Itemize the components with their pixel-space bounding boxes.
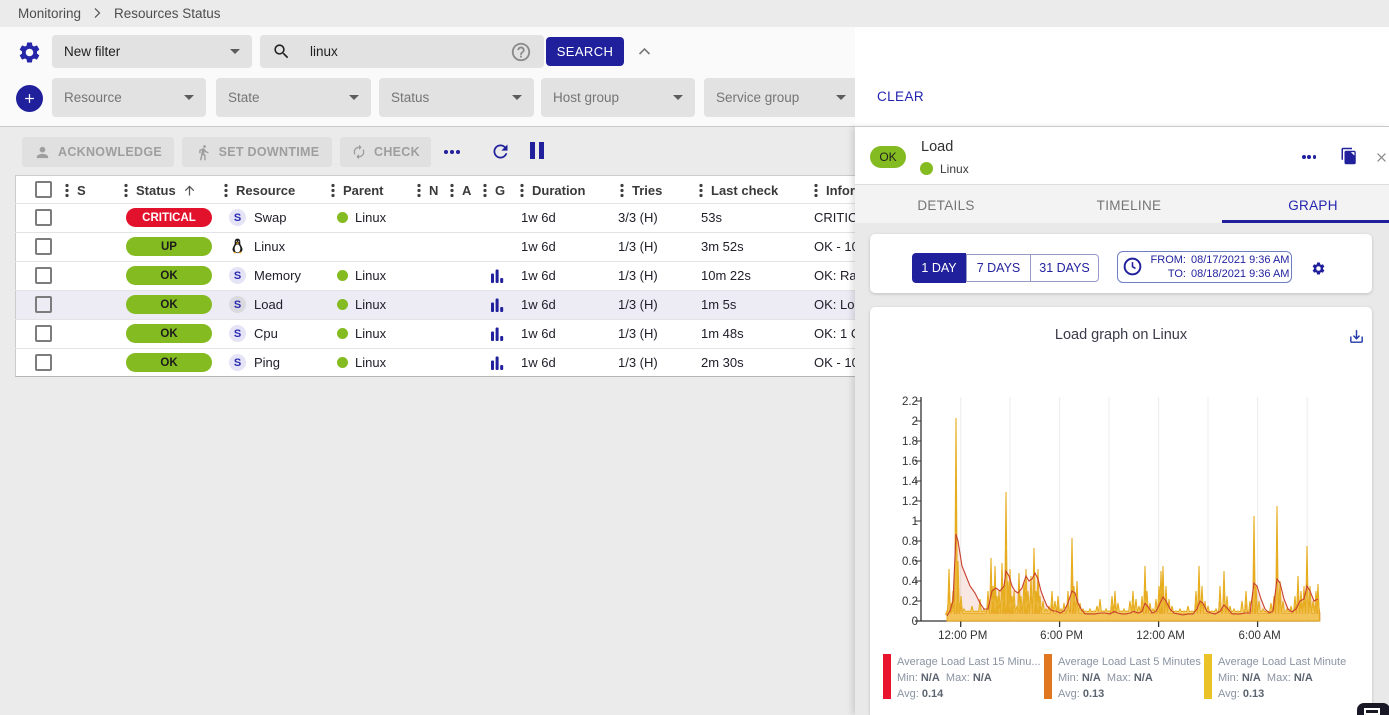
svg-text:0.2: 0.2 — [902, 596, 918, 608]
svg-text:2.2: 2.2 — [902, 396, 918, 408]
svg-text:12:00 PM: 12:00 PM — [938, 630, 987, 642]
svg-text:1.6: 1.6 — [902, 456, 918, 468]
svg-text:1.8: 1.8 — [902, 436, 918, 448]
svg-text:6:00 AM: 6:00 AM — [1238, 630, 1280, 642]
svg-text:1.2: 1.2 — [902, 496, 918, 508]
svg-text:0.8: 0.8 — [902, 536, 918, 548]
svg-text:2: 2 — [912, 416, 918, 428]
svg-text:0.4: 0.4 — [902, 576, 919, 588]
svg-text:1: 1 — [912, 516, 918, 528]
svg-text:0.6: 0.6 — [902, 556, 918, 568]
svg-text:1.4: 1.4 — [902, 476, 919, 488]
svg-text:6:00 PM: 6:00 PM — [1040, 630, 1083, 642]
svg-text:0: 0 — [912, 616, 918, 628]
svg-text:12:00 AM: 12:00 AM — [1136, 630, 1185, 642]
